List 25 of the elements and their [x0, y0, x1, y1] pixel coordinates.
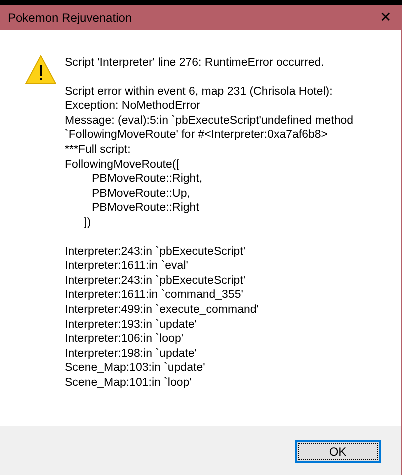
close-button[interactable]: ✕ [371, 5, 401, 30]
message-line: Interpreter:106:in `loop' [65, 332, 184, 347]
message-line: PBMoveRoute::Up, [91, 186, 190, 202]
message-line: Interpreter:198:in `update' [65, 346, 197, 362]
error-heading: Script 'Interpreter' line 276: RuntimeError occurred. [65, 56, 326, 71]
message-line: PBMoveRoute::Right, [91, 172, 203, 187]
ok-button[interactable]: OK [295, 440, 381, 463]
warning-icon [25, 55, 57, 85]
message-line: ***Full script: [65, 142, 131, 158]
message-line: `FollowingMoveRoute' for #<Interpreter:0xa7af6b8> [65, 128, 328, 143]
message-line: FollowingMoveRoute([ [65, 158, 180, 172]
message-line: Interpreter:499:in `execute_command' [65, 302, 259, 318]
message-line: Interpreter:193:in `update' [65, 318, 197, 332]
message-line: Interpreter:243:in `pbExecuteScript' [65, 244, 246, 260]
message-line: Exception: NoMethodError [65, 99, 201, 114]
message-line: PBMoveRoute::Right [91, 201, 200, 216]
message-line: Interpreter:243:in `pbExecuteScript' [65, 274, 246, 288]
message-line: Scene_Map:101:in `loop' [65, 376, 192, 390]
message-line: Script error within event 6, map 231 (Chrisola Hotel): [65, 84, 333, 100]
message-line: Interpreter:1611:in `eval' [65, 259, 188, 274]
window-title: Pokemon Rejuvenation [8, 10, 132, 26]
message-line: Scene_Map:103:in `update' [65, 361, 206, 376]
message-line: Message: (eval):5:in `pbExecuteScript'undefined method [65, 114, 354, 128]
message-line: ]) [83, 216, 92, 231]
message-line: Interpreter:1611:in `command_355' [65, 288, 244, 303]
